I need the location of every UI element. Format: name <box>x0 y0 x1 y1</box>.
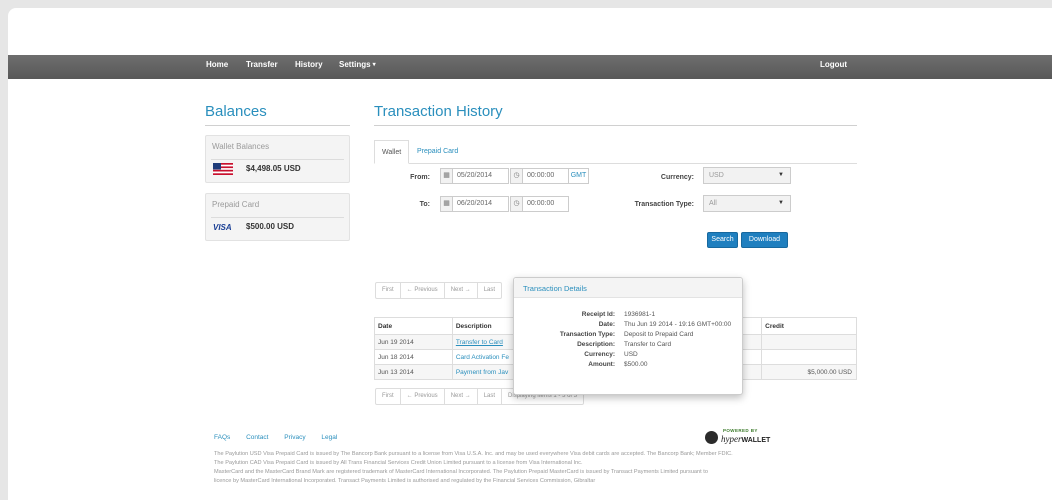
from-time-input[interactable]: 00:00:00 <box>522 168 569 184</box>
nav-logout[interactable]: Logout <box>820 60 847 69</box>
description-link[interactable]: Transfer to Card <box>456 339 503 346</box>
wallet-balance-amount: $4,498.05 USD <box>246 164 301 173</box>
gmt-label: GMT <box>568 168 589 184</box>
nav-settings[interactable]: Settings ▾ <box>339 60 376 69</box>
from-date-input[interactable]: 05/20/2014 <box>452 168 509 184</box>
currency-label: Currency: <box>660 174 694 181</box>
chevron-down-icon: ▼ <box>778 172 784 178</box>
detail-value: Transfer to Card <box>624 341 672 348</box>
detail-label: Description: <box>577 341 615 348</box>
tab-wallet[interactable]: Wallet <box>374 140 410 164</box>
transaction-type-select[interactable]: All ▼ <box>703 195 791 212</box>
footer-link-privacy[interactable]: Privacy <box>284 434 305 441</box>
wallet-balances-title: Wallet Balances <box>212 142 270 151</box>
nav-settings-label: Settings <box>339 60 371 69</box>
footer-link-faqs[interactable]: FAQs <box>214 434 230 441</box>
balances-divider <box>205 125 350 126</box>
cell-credit <box>761 349 857 365</box>
footer-disclaimer: MasterCard and the MasterCard Brand Mark… <box>214 469 708 475</box>
popover-title: Transaction Details <box>514 278 742 298</box>
hyperwallet-logo: POWERED BY hyperWALLET <box>705 428 775 446</box>
footer-disclaimer: licence by MasterCard International Inco… <box>214 478 596 484</box>
detail-row: Receipt Id: 1936981-1 <box>514 311 744 320</box>
chevron-down-icon: ▾ <box>372 62 376 68</box>
pager-first[interactable]: First <box>376 389 401 404</box>
description-link[interactable]: Payment from Jav <box>456 369 508 376</box>
panel-divider <box>211 217 344 218</box>
detail-label: Date: <box>598 321 615 328</box>
detail-value: $500.00 <box>624 361 648 368</box>
detail-row: Currency: USD <box>514 351 744 360</box>
transaction-history-heading: Transaction History <box>374 103 503 120</box>
footer-disclaimer: The Paylution CAD Visa Prepaid Card is i… <box>214 460 583 466</box>
prepaid-card-amount: $500.00 USD <box>246 222 295 231</box>
page: Home Transfer History Settings ▾ Logout B… <box>8 8 1052 500</box>
pager-next[interactable]: Next → <box>445 389 478 404</box>
logo-word-wallet: WALLET <box>741 437 771 444</box>
pager-last[interactable]: Last <box>478 389 503 404</box>
footer-link-legal[interactable]: Legal <box>321 434 337 441</box>
pager-next[interactable]: Next → <box>445 283 478 298</box>
transaction-type-label: Transaction Type: <box>634 201 694 208</box>
pager-previous[interactable]: ← Previous <box>401 389 445 404</box>
logo-word-hyper: hyper <box>721 434 742 444</box>
top-navbar: Home Transfer History Settings ▾ Logout <box>8 55 1052 79</box>
cell-date: Jun 13 2014 <box>374 364 453 380</box>
prepaid-card-title: Prepaid Card <box>212 200 260 209</box>
header-credit: Credit <box>761 317 857 335</box>
to-label: To: <box>419 201 430 208</box>
footer-disclaimer: The Paylution USD Visa Prepaid Card is i… <box>214 451 733 457</box>
detail-label: Currency: <box>584 351 615 358</box>
nav-transfer[interactable]: Transfer <box>246 60 278 69</box>
to-date-input[interactable]: 06/20/2014 <box>452 196 509 212</box>
cell-credit <box>761 334 857 350</box>
detail-value: 1936981-1 <box>624 311 656 318</box>
from-label: From: <box>410 174 430 181</box>
logo-powered-by: POWERED BY <box>723 428 758 433</box>
detail-label: Amount: <box>588 361 615 368</box>
detail-value: USD <box>624 351 638 358</box>
visa-icon: VISA <box>213 223 232 232</box>
currency-select[interactable]: USD ▼ <box>703 167 791 184</box>
pager-first[interactable]: First <box>376 283 401 298</box>
prepaid-card-panel: Prepaid Card VISA $500.00 USD <box>205 193 350 241</box>
balances-heading: Balances <box>205 103 267 120</box>
footer-link-contact[interactable]: Contact <box>246 434 268 441</box>
logo-wordmark: hyperWALLET <box>721 434 770 444</box>
detail-row: Date: Thu Jun 19 2014 - 19:16 GMT+00:00 <box>514 321 744 330</box>
chevron-down-icon: ▼ <box>778 200 784 206</box>
cell-date: Jun 19 2014 <box>374 334 453 350</box>
pager-last[interactable]: Last <box>478 283 501 298</box>
detail-value: Thu Jun 19 2014 - 19:16 GMT+00:00 <box>624 321 732 328</box>
panel-divider <box>211 159 344 160</box>
us-flag-icon <box>213 163 233 175</box>
transaction-details-popover: Transaction Details Receipt Id: 1936981-… <box>513 277 743 395</box>
detail-value: Deposit to Prepaid Card <box>624 331 694 338</box>
cell-credit: $5,000.00 USD <box>761 364 857 380</box>
detail-row: Description: Transfer to Card <box>514 341 744 350</box>
pager-previous[interactable]: ← Previous <box>401 283 445 298</box>
nav-home[interactable]: Home <box>206 60 228 69</box>
cell-date: Jun 18 2014 <box>374 349 453 365</box>
hyperwallet-badge-icon <box>705 431 718 444</box>
to-time-input[interactable]: 00:00:00 <box>522 196 569 212</box>
footer-links: FAQs Contact Privacy Legal <box>214 434 351 441</box>
detail-label: Receipt Id: <box>581 311 615 318</box>
transaction-type-value: All <box>709 200 717 207</box>
nav-history[interactable]: History <box>295 60 323 69</box>
search-button[interactable]: Search <box>707 232 738 248</box>
detail-row: Amount: $500.00 <box>514 361 744 370</box>
tab-prepaid-card[interactable]: Prepaid Card <box>410 140 465 164</box>
detail-label: Transaction Type: <box>559 331 615 338</box>
download-button[interactable]: Download <box>741 232 788 248</box>
wallet-balances-panel: Wallet Balances $4,498.05 USD <box>205 135 350 183</box>
header-date: Date <box>374 317 453 335</box>
detail-row: Transaction Type: Deposit to Prepaid Car… <box>514 331 744 340</box>
history-divider <box>374 125 857 126</box>
description-link[interactable]: Card Activation Fe <box>456 354 509 361</box>
currency-value: USD <box>709 172 724 179</box>
pager-top: First ← Previous Next → Last <box>375 282 503 299</box>
